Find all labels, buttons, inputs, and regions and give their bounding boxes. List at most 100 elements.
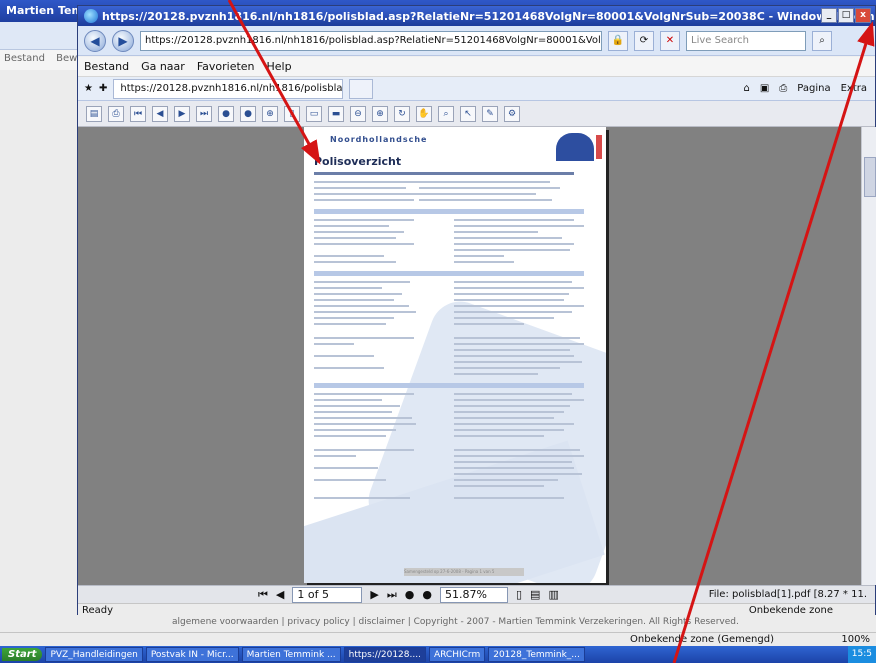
feeds-icon[interactable]: ▣ xyxy=(760,83,769,94)
zoom-input[interactable]: 51.87% xyxy=(439,586,508,603)
background-window-title: Martien Tem xyxy=(6,4,83,17)
first-page-button[interactable]: ⏮ xyxy=(258,588,268,602)
menu-item-help[interactable]: Help xyxy=(267,60,292,73)
text-line xyxy=(454,343,584,345)
fit-page-icon[interactable]: ▭ xyxy=(306,105,322,122)
page-number-input[interactable]: 1 of 5 xyxy=(292,586,363,603)
home-icon[interactable]: ⌂ xyxy=(743,83,749,94)
text-line xyxy=(314,323,386,325)
last-page-button[interactable]: ⏭ xyxy=(387,588,397,602)
footer-links[interactable]: algemene voorwaarden | privacy policy | … xyxy=(172,617,852,629)
prev-page-button[interactable]: ◀ xyxy=(276,588,284,601)
text-line xyxy=(454,293,569,295)
text-line xyxy=(488,181,550,183)
task-20128-temmink[interactable]: 20128_Temmink_... xyxy=(488,647,585,662)
windows-taskbar: Start PVZ_Handleidingen Postvak IN - Mic… xyxy=(0,646,876,663)
text-line xyxy=(454,429,564,431)
menu-item-favorieten[interactable]: Favorieten xyxy=(197,60,255,73)
refresh-button[interactable]: ⟳ xyxy=(634,30,654,51)
text-line xyxy=(454,411,564,413)
continuous-view-icon[interactable]: ▤ xyxy=(530,588,540,601)
search-icon[interactable]: ⌕ xyxy=(438,105,454,122)
search-icon[interactable]: ⌕ xyxy=(812,30,832,51)
pdf-scrollbar[interactable] xyxy=(861,127,876,585)
text-line xyxy=(314,231,404,233)
text-line xyxy=(314,435,386,437)
new-tab-button[interactable] xyxy=(349,78,374,99)
scroll-thumb[interactable] xyxy=(864,157,876,197)
forward-view-button[interactable]: ● xyxy=(422,588,432,601)
text-line xyxy=(314,199,414,201)
hand-tool-icon[interactable]: ✋ xyxy=(416,105,432,122)
text-line xyxy=(314,237,396,239)
text-line xyxy=(454,231,538,233)
search-input[interactable]: Live Search xyxy=(686,30,806,51)
first-page-icon[interactable]: ⏮ xyxy=(130,105,146,122)
zoom-out-icon[interactable]: ⊖ xyxy=(350,105,366,122)
favorites-star-icon[interactable]: ★ xyxy=(84,83,93,94)
text-line xyxy=(454,361,582,363)
address-row: ◀ ▶ https://20128.pvznh1816.nl/nh1816/po… xyxy=(78,26,875,56)
task-archicrm[interactable]: ARCHICrm xyxy=(428,647,486,662)
text-line xyxy=(419,193,491,195)
zoom-in-icon[interactable]: ⊕ xyxy=(372,105,388,122)
stop-button[interactable]: ✕ xyxy=(660,30,680,51)
text-line xyxy=(314,405,400,407)
print-icon[interactable]: ⎙ xyxy=(108,105,124,122)
text-line xyxy=(314,293,402,295)
text-line xyxy=(454,373,538,375)
minimize-button[interactable]: _ xyxy=(821,8,837,23)
rotate-icon[interactable]: ↻ xyxy=(394,105,410,122)
back-view-button[interactable]: ● xyxy=(405,588,415,601)
prev-page-icon[interactable]: ◀ xyxy=(152,105,168,122)
print-icon[interactable]: ⎙ xyxy=(779,83,787,94)
fit-width-icon[interactable]: ▬ xyxy=(328,105,344,122)
menu-item-ganaar[interactable]: Ga naar xyxy=(141,60,185,73)
last-page-icon[interactable]: ⏭ xyxy=(196,105,212,122)
company-logo xyxy=(556,133,594,161)
maximize-button[interactable]: □ xyxy=(838,8,854,23)
single-page-view-icon[interactable]: ▯ xyxy=(516,588,522,601)
pdf-page: Noordhollandsche Polisoverzicht Samenges… xyxy=(304,127,606,583)
menu-item-bestand[interactable]: Bestand xyxy=(84,60,129,73)
task-pvz-handleidingen[interactable]: PVZ_Handleidingen xyxy=(45,647,143,662)
comment-icon[interactable]: ✎ xyxy=(482,105,498,122)
close-button[interactable]: x xyxy=(855,8,871,23)
text-line xyxy=(454,435,544,437)
next-page-icon[interactable]: ▶ xyxy=(174,105,190,122)
zoom-icon[interactable]: ⊕ xyxy=(262,105,278,122)
back-view-icon[interactable]: ● xyxy=(218,105,234,122)
text-line xyxy=(454,461,572,463)
text-line xyxy=(454,311,572,313)
tab-active[interactable]: https://20128.pvznh1816.nl/nh1816/polisb… xyxy=(113,78,344,99)
text-line xyxy=(454,467,574,469)
next-page-button[interactable]: ▶ xyxy=(370,588,378,601)
text-line xyxy=(314,243,414,245)
text-line xyxy=(314,305,409,307)
text-line xyxy=(454,479,558,481)
single-page-icon[interactable]: ▯ xyxy=(284,105,300,122)
facing-view-icon[interactable]: ▥ xyxy=(548,588,558,601)
background-menu-bestand[interactable]: Bestand xyxy=(4,53,45,64)
back-button[interactable]: ◀ xyxy=(84,29,106,52)
add-favorite-icon[interactable]: ✚ xyxy=(99,83,107,94)
zoom-level[interactable]: 100% xyxy=(841,634,870,645)
select-tool-icon[interactable]: ↖ xyxy=(460,105,476,122)
security-lock-icon[interactable]: 🔒 xyxy=(608,30,628,51)
pdf-viewer[interactable]: Noordhollandsche Polisoverzicht Samenges… xyxy=(78,127,876,585)
text-line xyxy=(314,281,410,283)
extra-menu[interactable]: Extra xyxy=(841,83,867,94)
task-postvak-in[interactable]: Postvak IN - Micr... xyxy=(145,647,239,662)
page-menu[interactable]: Pagina xyxy=(797,83,830,94)
forward-view-icon[interactable]: ● xyxy=(240,105,256,122)
task-martien-temmink[interactable]: Martien Temmink ... xyxy=(241,647,341,662)
start-button[interactable]: Start xyxy=(2,648,43,661)
text-line xyxy=(454,423,574,425)
settings-icon[interactable]: ⚙ xyxy=(504,105,520,122)
forward-button[interactable]: ▶ xyxy=(112,29,134,52)
save-icon[interactable]: ▤ xyxy=(86,105,102,122)
text-line xyxy=(314,411,392,413)
address-input[interactable]: https://20128.pvznh1816.nl/nh1816/polisb… xyxy=(140,30,602,51)
text-line xyxy=(314,417,412,419)
task-https-20128[interactable]: https://20128.... xyxy=(343,647,426,662)
